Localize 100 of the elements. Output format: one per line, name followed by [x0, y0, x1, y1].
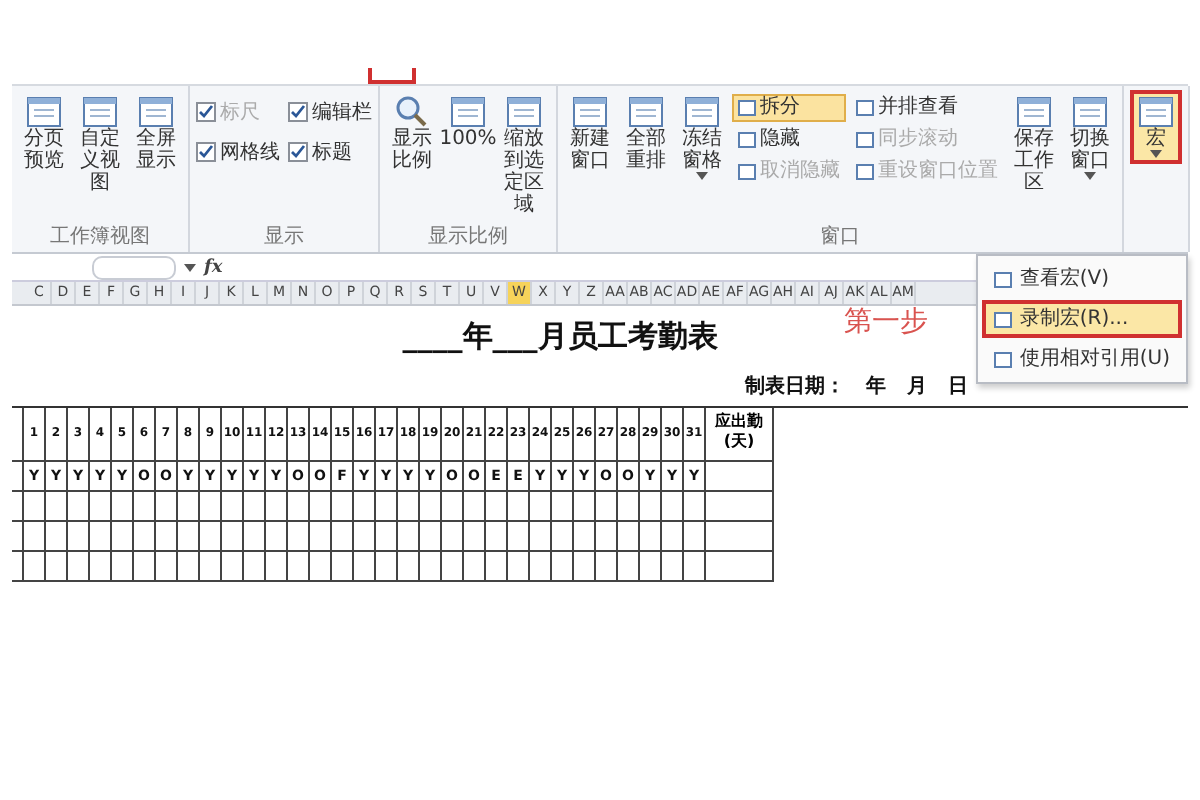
table-cell: [684, 492, 706, 522]
table-cell: [266, 492, 288, 522]
table-cell: [552, 522, 574, 552]
step-annotation: 第一步: [844, 304, 928, 340]
table-cell: [662, 522, 684, 552]
menu-item[interactable]: 查看宏(V): [981, 260, 1182, 298]
name-box[interactable]: [92, 255, 176, 279]
ribbon-button[interactable]: 保存工作区: [1008, 90, 1060, 200]
window-icon: [506, 96, 542, 128]
table-cell: [200, 552, 222, 582]
table-cell: [640, 552, 662, 582]
table-cell: [684, 522, 706, 552]
magnifier-icon: [394, 96, 430, 128]
table-cell: [464, 522, 486, 552]
caret-icon: [1150, 150, 1162, 158]
table-cell: [354, 522, 376, 552]
ribbon-button[interactable]: 冻结窗格: [676, 90, 728, 186]
table-cell: [464, 552, 486, 582]
table-cell: [552, 552, 574, 582]
table-cell: [662, 492, 684, 522]
window-icon: [450, 96, 486, 128]
table-cell: [244, 522, 266, 552]
table-cell: [244, 552, 266, 582]
table-cell: [508, 522, 530, 552]
table-cell: [530, 492, 552, 522]
ribbon-button[interactable]: 缩放到选定区域: [498, 90, 550, 222]
table-cell: [134, 492, 156, 522]
table-cell: [618, 492, 640, 522]
table-cell: [24, 552, 46, 582]
table-cell: [222, 492, 244, 522]
ribbon-button[interactable]: 新建窗口: [564, 90, 616, 178]
table-cell: [420, 552, 442, 582]
table-cell: [508, 552, 530, 582]
table-cell: [46, 492, 68, 522]
table-cell: [376, 492, 398, 522]
ribbon-small-button[interactable]: 隐藏: [732, 126, 846, 154]
ribbon-button[interactable]: 显示比例: [386, 90, 438, 178]
table-cell: [46, 522, 68, 552]
group-label: 显示比例: [426, 226, 510, 250]
table-cell: [90, 522, 112, 552]
ribbon-button[interactable]: 切换窗口: [1064, 90, 1116, 186]
ribbon-button[interactable]: 全屏显示: [130, 90, 182, 178]
table-cell: [420, 492, 442, 522]
ribbon-button[interactable]: 宏: [1130, 90, 1182, 164]
checkbox[interactable]: 网格线: [196, 138, 280, 166]
menu-item[interactable]: 录制宏(R)...: [981, 300, 1182, 338]
table-cell: [90, 492, 112, 522]
table-cell: [596, 552, 618, 582]
table-cell: [574, 552, 596, 582]
table-cell: [178, 552, 200, 582]
table-cell: [112, 492, 134, 522]
ribbon-button[interactable]: 全部重排: [620, 90, 672, 178]
table-cell: [288, 552, 310, 582]
date-line: 制表日期： 年 月 日: [745, 373, 968, 400]
table-cell: [68, 552, 90, 582]
table-cell: 应出勤(天): [706, 408, 774, 462]
table-cell: [706, 462, 774, 492]
table-cell: [706, 492, 774, 522]
table-cell: [684, 552, 706, 582]
window-icon: [1016, 96, 1052, 128]
table-cell: [156, 492, 178, 522]
table-cell: [310, 522, 332, 552]
table-cell: [706, 522, 774, 552]
table-cell: [464, 492, 486, 522]
caret-icon: [184, 263, 196, 271]
table-cell: [398, 522, 420, 552]
function-label[interactable]: fx: [204, 257, 223, 277]
table-cell: [90, 552, 112, 582]
window-icon: [993, 351, 1012, 367]
table-cell: [178, 492, 200, 522]
ribbon-button[interactable]: 自定义视图: [74, 90, 126, 200]
table-cell: [508, 492, 530, 522]
ribbon-button[interactable]: 分页预览: [18, 90, 70, 178]
window-icon: [1072, 96, 1108, 128]
table-cell: [266, 522, 288, 552]
table-cell: [288, 522, 310, 552]
table-cell: [442, 552, 464, 582]
table-cell: [354, 492, 376, 522]
table-cell: [244, 492, 266, 522]
table-cell: [618, 552, 640, 582]
table-cell: [640, 522, 662, 552]
table-cell: [486, 552, 508, 582]
table-cell: [24, 522, 46, 552]
table-cell: [442, 492, 464, 522]
table-cell: [310, 492, 332, 522]
window-icon: [993, 271, 1012, 287]
table-cell: [134, 552, 156, 582]
ribbon-button[interactable]: 100%: [442, 90, 494, 156]
ribbon-small-button[interactable]: 拆分: [732, 94, 846, 122]
checkbox[interactable]: 编辑栏: [288, 98, 372, 126]
table-cell: [706, 552, 774, 582]
table-cell: [266, 552, 288, 582]
menu-item[interactable]: 使用相对引用(U): [981, 340, 1182, 378]
checkbox[interactable]: 标题: [288, 138, 372, 166]
table-cell: [46, 552, 68, 582]
sheet-title: ____年___月员工考勤表: [402, 318, 718, 356]
table-cell: [574, 492, 596, 522]
ribbon-small-button[interactable]: 并排查看: [850, 94, 1004, 122]
table-cell: [200, 522, 222, 552]
table-cell: [486, 492, 508, 522]
